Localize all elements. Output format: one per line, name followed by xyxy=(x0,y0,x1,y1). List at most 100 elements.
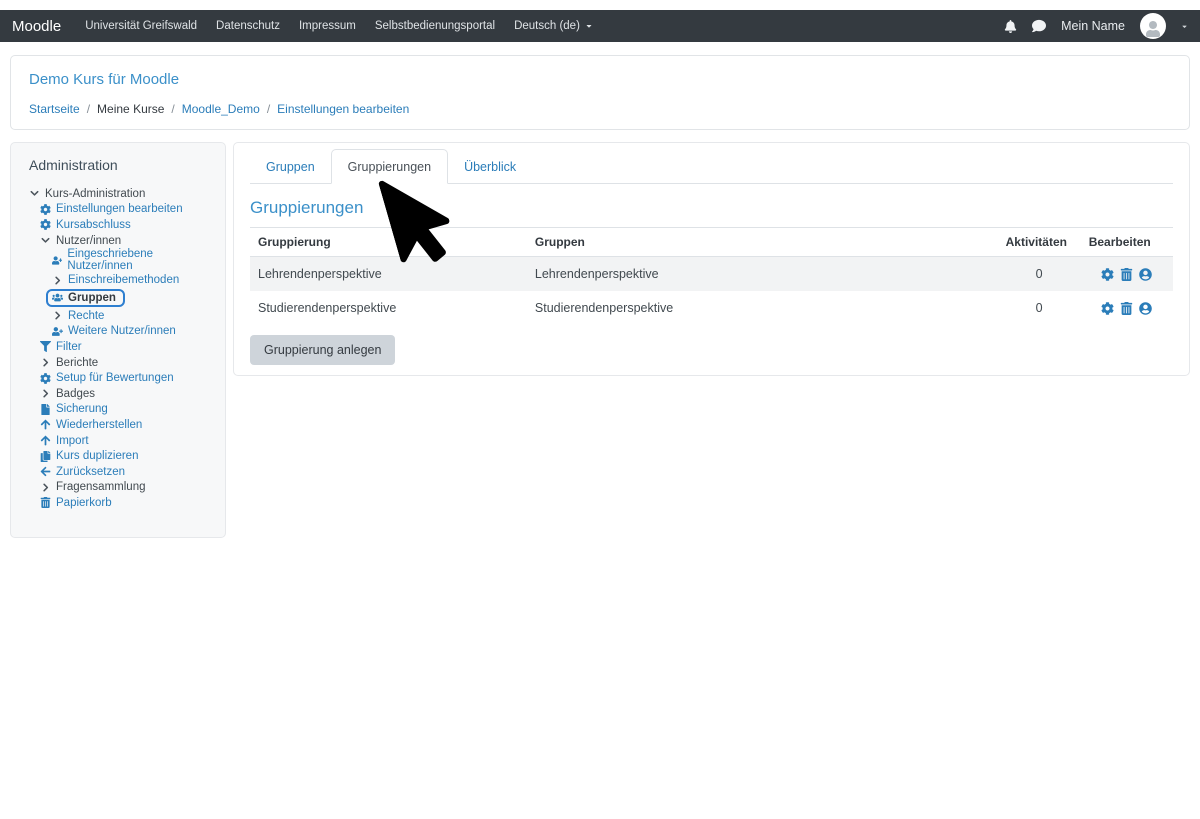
sidebar-item-einstellungen-bearbeiten[interactable]: Einstellungen bearbeiten xyxy=(29,202,213,218)
language-menu-label: Deutsch (de) xyxy=(514,20,580,32)
create-grouping-button[interactable]: Gruppierung anlegen xyxy=(250,335,395,365)
nav-item-impressum[interactable]: Impressum xyxy=(299,20,356,32)
arrow-left-icon xyxy=(40,466,51,477)
grouping-activities-count: 0 xyxy=(998,257,1081,292)
sidebar-item-kurs-administration[interactable]: Kurs-Administration xyxy=(29,186,213,202)
sidebar-item-label: Einstellungen bearbeiten xyxy=(56,203,183,215)
sidebar-item-badges[interactable]: Badges xyxy=(29,386,213,402)
trash-icon[interactable] xyxy=(1120,302,1133,315)
grouping-name: Lehrendenperspektive xyxy=(250,257,527,292)
sidebar-item-label: Wiederherstellen xyxy=(56,419,142,431)
tabs-bar: Gruppen Gruppierungen Überblick xyxy=(250,149,1173,184)
chevron-right-icon xyxy=(52,310,63,321)
administration-title: Administration xyxy=(29,157,213,173)
breadcrumb-meine-kurse: Meine Kurse xyxy=(97,102,164,116)
user-icon xyxy=(1145,21,1161,37)
sidebar-item-label: Kursabschluss xyxy=(56,219,131,231)
chevron-down-icon xyxy=(40,235,51,246)
trash-icon xyxy=(40,497,51,508)
sidebar-item-label: Eingeschriebene Nutzer/innen xyxy=(67,248,213,272)
groupings-table: Gruppierung Gruppen Aktivitäten Bearbeit… xyxy=(250,227,1173,325)
sidebar-item-eingeschriebene-nutzer[interactable]: Eingeschriebene Nutzer/innen xyxy=(29,248,213,272)
user-name[interactable]: Mein Name xyxy=(1061,19,1125,33)
user-circle-icon[interactable] xyxy=(1139,268,1152,281)
sidebar-item-label: Sicherung xyxy=(56,403,108,415)
sidebar-item-label: Berichte xyxy=(56,357,98,369)
sidebar-item-label: Kurs-Administration xyxy=(45,188,145,200)
user-menu-caret-icon[interactable] xyxy=(1181,23,1188,30)
tab-gruppen[interactable]: Gruppen xyxy=(250,150,331,183)
nav-item-universitaet-greifswald[interactable]: Universität Greifswald xyxy=(85,20,197,32)
breadcrumb-moodle-demo[interactable]: Moodle_Demo xyxy=(182,102,260,116)
nav-item-selbstbedienungsportal[interactable]: Selbstbedienungsportal xyxy=(375,20,495,32)
sidebar-item-label: Gruppen xyxy=(68,292,116,304)
chevron-right-icon xyxy=(40,388,51,399)
table-row: Lehrendenperspektive Lehrendenperspektiv… xyxy=(250,257,1173,292)
section-heading: Gruppierungen xyxy=(250,198,1173,218)
upload-icon xyxy=(40,435,51,446)
sidebar-item-import[interactable]: Import xyxy=(29,433,213,449)
file-icon xyxy=(40,404,51,415)
user-plus-icon xyxy=(52,326,63,337)
page-title: Demo Kurs für Moodle xyxy=(29,71,1171,88)
sidebar-item-wiederherstellen[interactable]: Wiederherstellen xyxy=(29,417,213,433)
sidebar-item-kurs-duplizieren[interactable]: Kurs duplizieren xyxy=(29,448,213,464)
sidebar-item-berichte[interactable]: Berichte xyxy=(29,355,213,371)
copy-icon xyxy=(40,451,51,462)
language-menu[interactable]: Deutsch (de) xyxy=(514,20,593,32)
sidebar-item-sicherung[interactable]: Sicherung xyxy=(29,402,213,418)
breadcrumb: Startseite / Meine Kurse / Moodle_Demo /… xyxy=(29,102,1171,116)
upload-icon xyxy=(40,419,51,430)
sidebar-item-kursabschluss[interactable]: Kursabschluss xyxy=(29,217,213,233)
caret-down-icon xyxy=(585,22,593,30)
table-row: Studierendenperspektive Studierendenpers… xyxy=(250,291,1173,325)
gear-icon xyxy=(40,204,51,215)
chevron-right-icon xyxy=(40,357,51,368)
groupings-panel: Gruppen Gruppierungen Überblick Gruppier… xyxy=(233,142,1190,376)
filter-icon xyxy=(40,341,51,352)
avatar[interactable] xyxy=(1140,13,1166,39)
sidebar-item-label: Fragensammlung xyxy=(56,481,145,493)
administration-block: Administration Kurs-Administration Einst… xyxy=(10,142,226,538)
sidebar-item-zuruecksetzen[interactable]: Zurücksetzen xyxy=(29,464,213,480)
sidebar-item-label: Rechte xyxy=(68,310,104,322)
bell-icon[interactable] xyxy=(1004,20,1017,33)
breadcrumb-separator: / xyxy=(171,102,174,116)
chevron-right-icon xyxy=(52,275,63,286)
sidebar-item-label: Einschreibemethoden xyxy=(68,274,179,286)
tab-ueberblick[interactable]: Überblick xyxy=(448,150,532,183)
sidebar-item-papierkorb[interactable]: Papierkorb xyxy=(29,495,213,511)
breadcrumb-einstellungen-bearbeiten[interactable]: Einstellungen bearbeiten xyxy=(277,102,409,116)
sidebar-item-nutzer-innen[interactable]: Nutzer/innen xyxy=(29,233,213,249)
moodle-brand[interactable]: Moodle xyxy=(12,18,61,35)
column-header-bearbeiten: Bearbeiten xyxy=(1081,228,1173,257)
column-header-gruppierung: Gruppierung xyxy=(250,228,527,257)
gruppen-highlight-box: Gruppen xyxy=(46,289,125,307)
top-navbar: Moodle Universität Greifswald Datenschut… xyxy=(0,10,1200,42)
sidebar-item-gruppen[interactable]: Gruppen xyxy=(29,288,213,308)
chat-icon[interactable] xyxy=(1032,19,1046,33)
grouping-groups: Studierendenperspektive xyxy=(527,291,998,325)
user-plus-icon xyxy=(52,255,62,266)
trash-icon[interactable] xyxy=(1120,268,1133,281)
sidebar-item-setup-bewertungen[interactable]: Setup für Bewertungen xyxy=(29,370,213,386)
sidebar-item-label: Weitere Nutzer/innen xyxy=(68,325,176,337)
sidebar-item-einschreibemethoden[interactable]: Einschreibemethoden xyxy=(29,272,213,288)
gear-icon xyxy=(40,219,51,230)
sidebar-item-label: Kurs duplizieren xyxy=(56,450,138,462)
gear-icon xyxy=(40,373,51,384)
row-actions xyxy=(1089,302,1165,315)
gear-icon[interactable] xyxy=(1101,268,1114,281)
sidebar-item-rechte[interactable]: Rechte xyxy=(29,308,213,324)
gear-icon[interactable] xyxy=(1101,302,1114,315)
sidebar-item-label: Nutzer/innen xyxy=(56,235,121,247)
sidebar-item-filter[interactable]: Filter xyxy=(29,339,213,355)
sidebar-item-fragensammlung[interactable]: Fragensammlung xyxy=(29,480,213,496)
sidebar-item-label: Zurücksetzen xyxy=(56,466,125,478)
sidebar-item-weitere-nutzer[interactable]: Weitere Nutzer/innen xyxy=(29,324,213,340)
tab-gruppierungen[interactable]: Gruppierungen xyxy=(331,149,448,184)
nav-item-datenschutz[interactable]: Datenschutz xyxy=(216,20,280,32)
user-circle-icon[interactable] xyxy=(1139,302,1152,315)
sidebar-item-label: Filter xyxy=(56,341,82,353)
breadcrumb-startseite[interactable]: Startseite xyxy=(29,102,80,116)
